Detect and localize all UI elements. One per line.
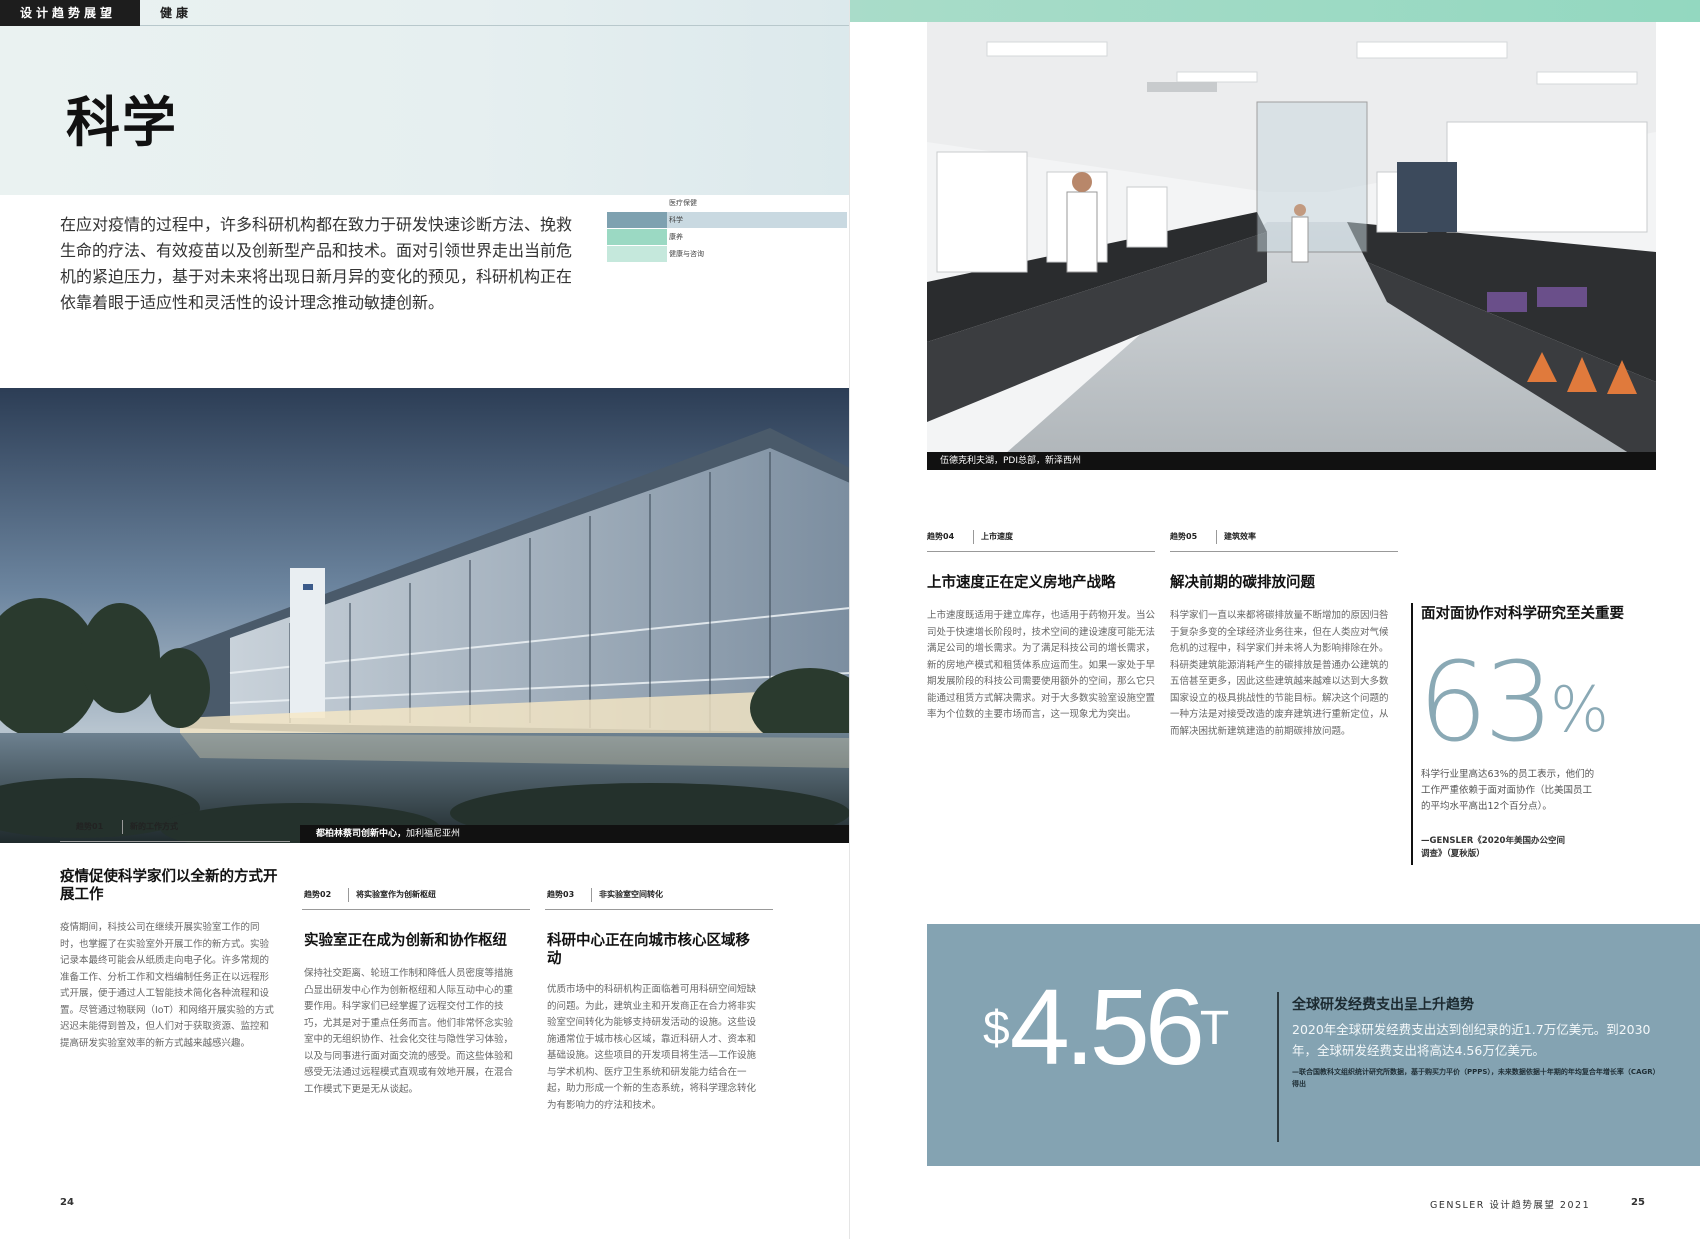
page-number-right: 25 [1631,1197,1645,1208]
trend-title-03: 科研中心正在向城市核心区域移动 [547,933,750,967]
trend-name: 新的工作方式 [130,822,178,831]
mini-nav-item-wellness[interactable]: 康养 [607,229,847,245]
mini-nav-swatch [607,229,667,245]
rd-source: —联合国教科文组织统计研究所数据，基于购买力平价（PPPS），未来数据依据十年期… [1292,1068,1660,1088]
running-title: GENSLER 设计趋势展望 2021 [1430,1200,1591,1211]
trend-number: 趋势05 [1170,532,1198,541]
building-caption: 都柏林蔡司创新中心，加利福尼亚州 [300,825,850,843]
header-tab: 设计趋势展望 [0,0,140,26]
mini-nav-item-healthcare[interactable]: 医疗保健 [607,195,847,211]
trend-label-03: 趋势03 非实验室空间转化 [545,880,773,910]
trend-name: 非实验室空间转化 [599,890,663,899]
stat-accent-bar [1411,603,1413,865]
trend-label-04: 趋势04 上市速度 [927,522,1155,552]
trend-title-05: 解决前期的碳排放问题 [1170,575,1315,591]
trend-body-01: 疫情期间，科技公司在继续开展实验室工作的同时，也掌握了在实验室外开展工作的新方式… [60,922,274,1049]
trend-number: 趋势02 [304,890,332,899]
page-number-left: 24 [60,1197,74,1208]
header-line [140,25,850,26]
mini-nav-swatch [607,246,667,262]
stat-description: 科学行业里高达63%的员工表示，他们的工作严重依赖于面对面协作（比美国员工的平均… [1421,769,1595,812]
trend-label-05: 趋势05 建筑效率 [1170,522,1398,552]
rd-number: $4.56T [983,966,1230,1087]
trend-body-04: 上市速度既适用于建立库存，也适用于药物开发。当公司处于快速增长阶段时，技术空间的… [927,610,1156,720]
rd-text: 2020年全球研发经费支出达到创纪录的近1.7万亿美元。到2030年，全球研发经… [1292,1022,1651,1058]
mini-nav-item-science[interactable]: 科学 [607,212,847,228]
mini-nav-swatch [607,195,667,211]
top-band-right [850,0,1700,22]
lab-photo [927,22,1656,470]
trend-body-05: 科学家们一直以来都将碳排放量不断增加的原因归咎于复杂多变的全球经济业务往来，但在… [1170,610,1389,737]
stat-number: 63% [1418,638,1609,766]
trend-name: 将实验室作为创新枢纽 [356,890,436,899]
trend-number: 趋势04 [927,532,955,541]
mini-nav-label: 健康与咨询 [669,250,704,258]
building-photo [0,388,850,843]
mini-nav-label: 医疗保健 [669,199,697,207]
mini-nav-label: 科学 [669,216,683,224]
lab-caption: 伍德克利夫湖，PDI总部，新泽西州 [927,452,1656,470]
trend-title-02: 实验室正在成为创新和协作枢纽 [304,933,507,949]
page-title: 科学 [66,91,178,154]
trend-name: 建筑效率 [1224,532,1256,541]
header-section: 健康 [160,6,193,20]
stat-heading: 面对面协作对科学研究至关重要 [1421,606,1624,622]
stat-source: —GENSLER《2020年美国办公空间调查》（夏秋版） [1421,836,1565,859]
trend-label-02: 趋势02 将实验室作为创新枢纽 [302,880,530,910]
trend-body-02: 保持社交距离、轮班工作制和降低人员密度等措施凸显出研发中心作为创新枢纽和人际互动… [304,968,514,1095]
trend-title-04: 上市速度正在定义房地产战略 [927,575,1116,591]
trend-body-03: 优质市场中的科研机构正面临着可用科研空间短缺的问题。为此，建筑业主和开发商正在合… [547,984,757,1111]
mini-nav-item-health-consulting[interactable]: 健康与咨询 [607,246,847,262]
mini-nav-label: 康养 [669,233,683,241]
rd-spending-box: $4.56T 全球研发经费支出呈上升趋势 2020年全球研发经费支出达到创纪录的… [927,924,1700,1166]
trend-number: 趋势03 [547,890,575,899]
rd-title: 全球研发经费支出呈上升趋势 [1292,997,1474,1013]
mini-nav: 医疗保健 科学 康养 健康与咨询 [607,195,847,263]
trend-title-01: 疫情促使科学家们以全新的方式开展工作 [60,869,278,903]
rd-divider [1277,992,1279,1142]
intro-paragraph: 在应对疫情的过程中，许多科研机构都在致力于研发快速诊断方法、挽救生命的疗法、有效… [60,215,573,312]
trend-label-01: 趋势01 新的工作方式 [60,812,290,842]
mini-nav-swatch [607,212,667,228]
trend-number: 趋势01 [76,822,104,831]
trend-name: 上市速度 [981,532,1013,541]
page-gutter [849,0,850,1239]
